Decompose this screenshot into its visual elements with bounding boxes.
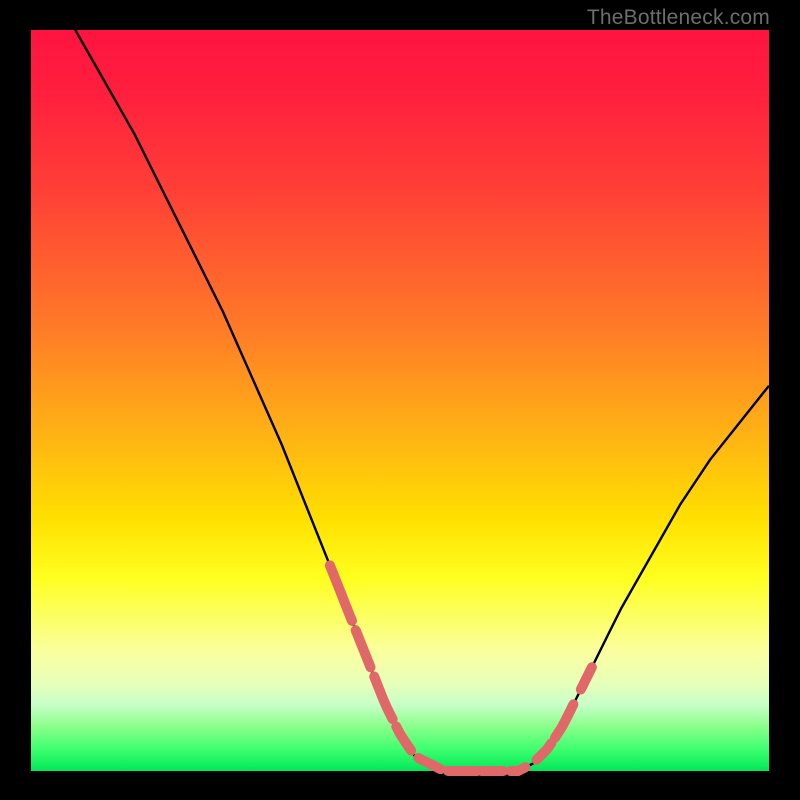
- highlight-segments: [330, 565, 592, 771]
- highlight-capsule: [374, 677, 392, 720]
- highlight-capsule: [555, 704, 573, 737]
- highlight-capsule: [418, 758, 440, 769]
- highlight-capsule: [396, 727, 411, 751]
- bottleneck-curve: [75, 30, 769, 771]
- highlight-capsule: [537, 743, 552, 760]
- highlight-capsule: [581, 667, 592, 689]
- watermark-text: TheBottleneck.com: [587, 6, 770, 30]
- highlight-capsule: [511, 767, 526, 771]
- highlight-capsule: [330, 565, 352, 621]
- highlight-capsule: [356, 630, 371, 667]
